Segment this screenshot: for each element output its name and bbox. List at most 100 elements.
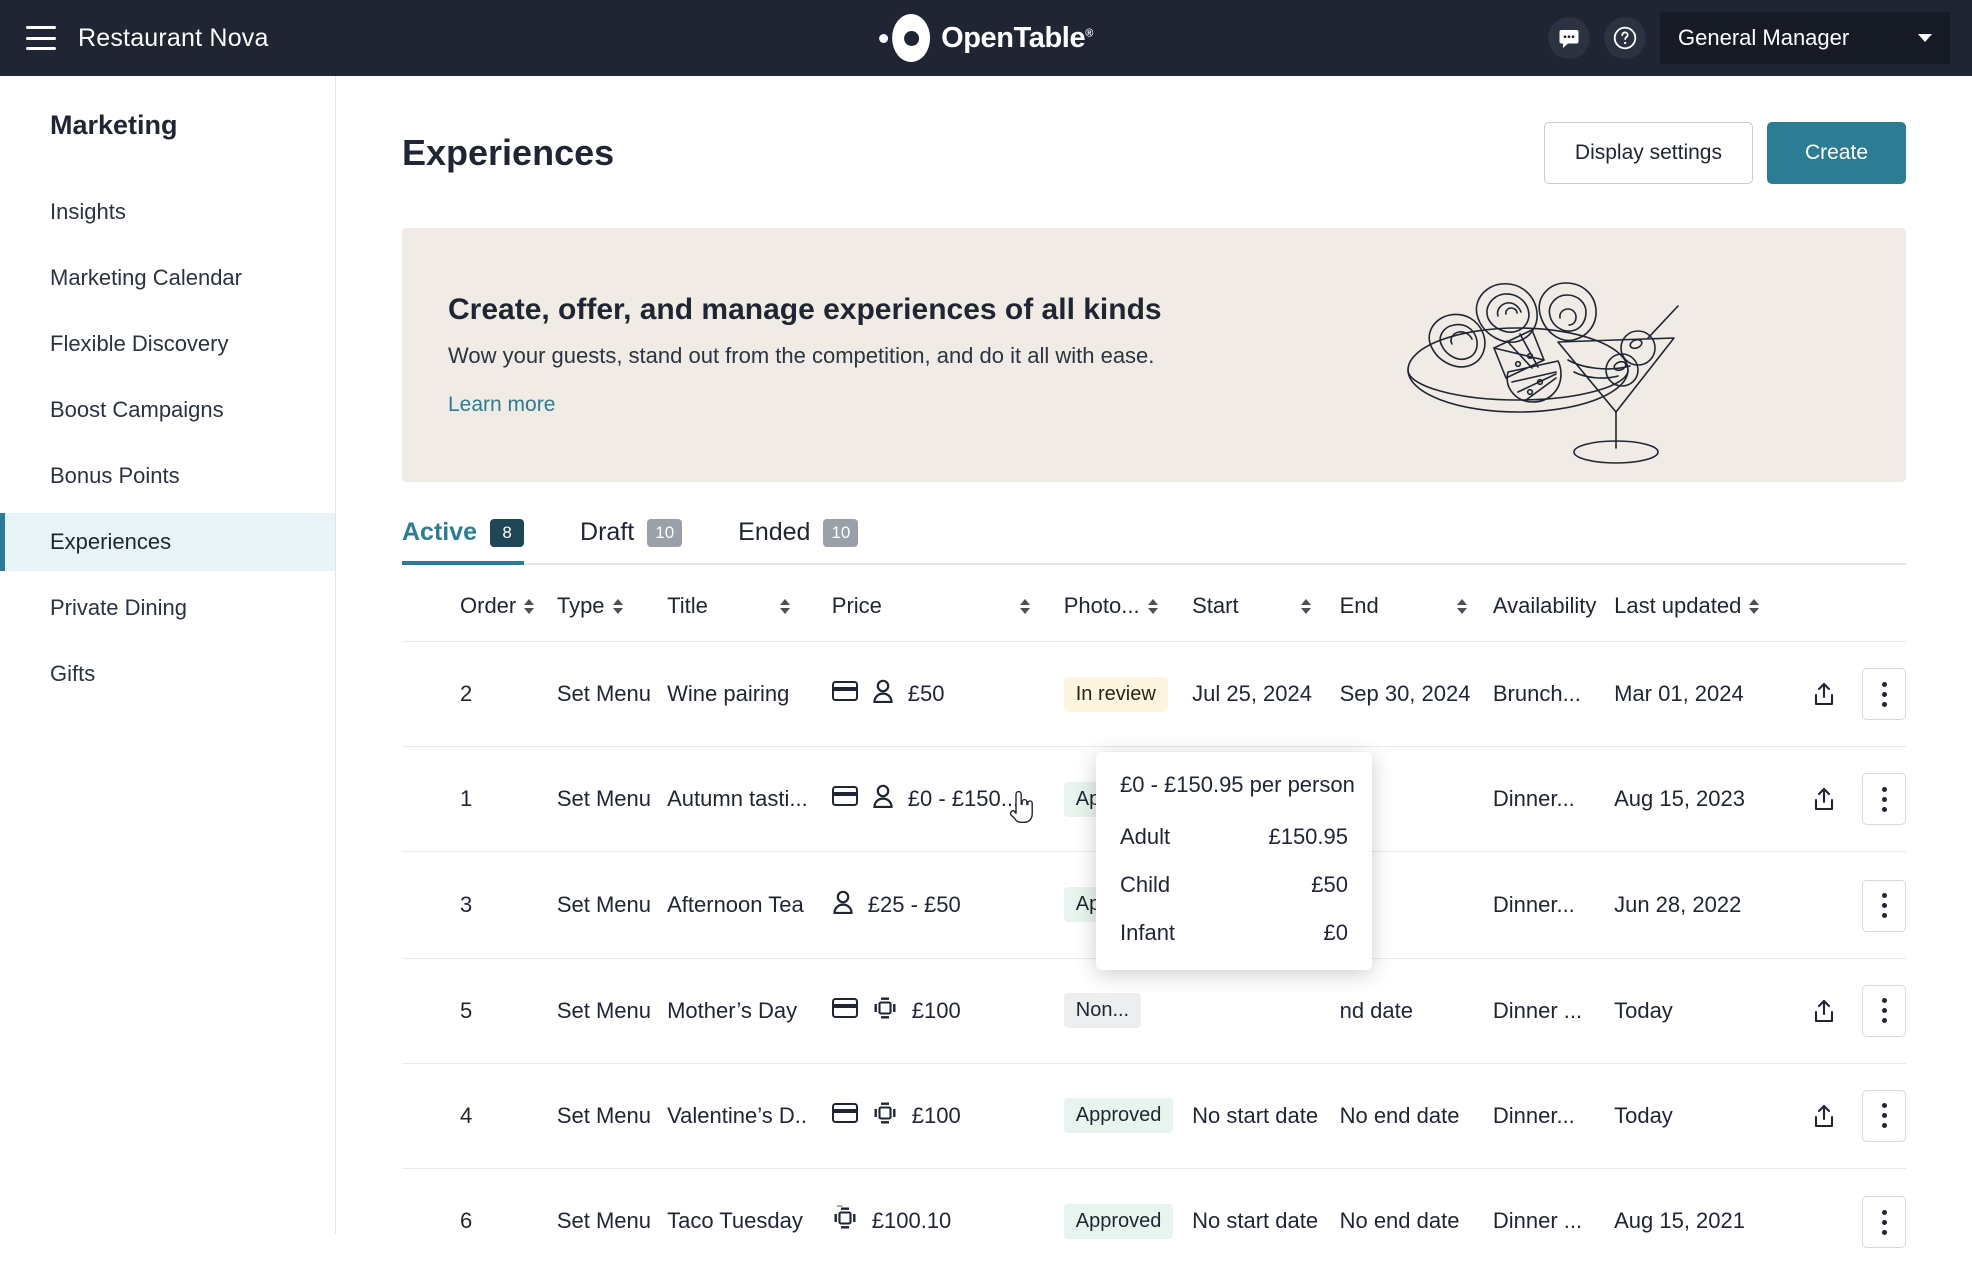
create-button[interactable]: Create bbox=[1767, 122, 1906, 184]
tab-active[interactable]: Active 8 bbox=[402, 518, 524, 563]
share-icon[interactable] bbox=[1802, 777, 1846, 821]
row-more-options-icon[interactable] bbox=[1862, 668, 1906, 720]
sort-toggle-icon[interactable] bbox=[780, 599, 790, 614]
sort-toggle-icon[interactable] bbox=[613, 599, 623, 614]
cell-title: Valentine’s D.. bbox=[667, 1063, 832, 1168]
sort-toggle-icon[interactable] bbox=[1749, 599, 1759, 614]
chat-feedback-icon[interactable] bbox=[1548, 17, 1590, 59]
column-header-order[interactable]: Order bbox=[402, 565, 557, 642]
cell-status: Approved bbox=[1064, 1063, 1192, 1168]
brand-wordmark: OpenTable® bbox=[941, 22, 1093, 55]
cell-price[interactable]: £0 - £150... bbox=[832, 747, 1064, 852]
column-header-price[interactable]: Price bbox=[832, 565, 1064, 642]
cell-last-updated: Today bbox=[1614, 958, 1784, 1063]
column-label: Type bbox=[557, 593, 605, 619]
promo-banner: Create, offer, and manage experiences of… bbox=[402, 228, 1906, 482]
column-header-end[interactable]: End bbox=[1340, 565, 1493, 642]
cell-type: Set Menu bbox=[557, 747, 667, 852]
learn-more-link[interactable]: Learn more bbox=[448, 393, 1390, 417]
topbar-right-group: General Manager bbox=[1548, 12, 1950, 64]
price-value: £25 - £50 bbox=[868, 892, 961, 918]
sidebar-navigation: Marketing Insights Marketing Calendar Fl… bbox=[0, 76, 336, 1234]
cell-availability: Dinner... bbox=[1493, 852, 1614, 959]
cell-type: Set Menu bbox=[557, 642, 667, 747]
cell-order: 2 bbox=[402, 642, 557, 747]
cell-title: Wine pairing bbox=[667, 642, 832, 747]
column-label: Availability bbox=[1493, 593, 1597, 619]
sidebar-item-insights[interactable]: Insights bbox=[0, 183, 335, 241]
hamburger-menu-icon[interactable] bbox=[26, 26, 56, 50]
registered-trademark-icon: ® bbox=[1085, 27, 1093, 39]
cell-end: Sep 30, 2024 bbox=[1340, 642, 1493, 747]
sort-toggle-icon[interactable] bbox=[1020, 599, 1030, 614]
table-row[interactable]: 4 Set Menu Valentine’s D.. £100 Approved… bbox=[402, 1063, 1906, 1168]
cell-availability: Dinner ... bbox=[1493, 958, 1614, 1063]
cell-price: £100 bbox=[832, 958, 1064, 1063]
price-range-summary: £0 - £150.95 per person bbox=[1120, 772, 1348, 798]
restaurant-name-label: Restaurant Nova bbox=[78, 24, 269, 53]
row-more-options-icon[interactable] bbox=[1862, 985, 1906, 1037]
row-more-options-icon[interactable] bbox=[1862, 880, 1906, 932]
cell-order: 3 bbox=[402, 852, 557, 959]
table-row[interactable]: 6 Set Menu Taco Tuesday £100.10 Approved… bbox=[402, 1168, 1906, 1274]
page-title: Experiences bbox=[402, 132, 614, 174]
cell-type: Set Menu bbox=[557, 1063, 667, 1168]
column-header-photo[interactable]: Photo... bbox=[1064, 565, 1192, 642]
page-header: Experiences Display settings Create bbox=[402, 76, 1906, 184]
sort-toggle-icon[interactable] bbox=[1457, 599, 1467, 614]
cell-last-updated: Today bbox=[1614, 1063, 1784, 1168]
table-row[interactable]: 5 Set Menu Mother’s Day £100 Non... nd d… bbox=[402, 958, 1906, 1063]
share-icon[interactable] bbox=[1802, 989, 1846, 1033]
sidebar-item-boost-campaigns[interactable]: Boost Campaigns bbox=[0, 381, 335, 439]
cell-price: £100 bbox=[832, 1063, 1064, 1168]
topbar-left-group: Restaurant Nova bbox=[0, 24, 269, 53]
sidebar-item-experiences[interactable]: Experiences bbox=[0, 513, 335, 571]
sidebar-item-gifts[interactable]: Gifts bbox=[0, 645, 335, 703]
column-header-start[interactable]: Start bbox=[1192, 565, 1339, 642]
column-header-actions bbox=[1784, 565, 1906, 642]
tab-count-badge: 8 bbox=[490, 519, 524, 547]
sidebar-item-flexible-discovery[interactable]: Flexible Discovery bbox=[0, 315, 335, 373]
sort-toggle-icon[interactable] bbox=[1148, 599, 1158, 614]
sort-toggle-icon[interactable] bbox=[524, 599, 534, 614]
cell-actions bbox=[1784, 1168, 1906, 1274]
role-selector-dropdown[interactable]: General Manager bbox=[1660, 12, 1950, 64]
table-row[interactable]: 2 Set Menu Wine pairing £50 In review Ju… bbox=[402, 642, 1906, 747]
table-header-row: Order Type Title Price Photo... Start En… bbox=[402, 565, 1906, 642]
display-settings-button[interactable]: Display settings bbox=[1544, 122, 1753, 184]
cell-start: Jul 25, 2024 bbox=[1192, 642, 1339, 747]
row-more-options-icon[interactable] bbox=[1862, 1090, 1906, 1142]
cell-end: nd date bbox=[1340, 958, 1493, 1063]
cell-price: £50 bbox=[832, 642, 1064, 747]
price-row-adult: Adult £150.95 bbox=[1120, 824, 1348, 850]
sidebar-item-private-dining[interactable]: Private Dining bbox=[0, 579, 335, 637]
table-seating-icon bbox=[872, 1100, 898, 1132]
tab-draft[interactable]: Draft 10 bbox=[580, 518, 682, 563]
column-header-type[interactable]: Type bbox=[557, 565, 667, 642]
credit-card-icon bbox=[832, 998, 858, 1024]
credit-card-icon bbox=[832, 786, 858, 812]
cell-availability: Dinner ... bbox=[1493, 1168, 1614, 1274]
row-more-options-icon[interactable] bbox=[1862, 1196, 1906, 1248]
tab-label: Ended bbox=[738, 518, 810, 547]
cell-availability: Dinner... bbox=[1493, 747, 1614, 852]
tab-count-badge: 10 bbox=[823, 519, 858, 547]
promo-banner-subheading: Wow your guests, stand out from the comp… bbox=[448, 343, 1390, 369]
share-icon[interactable] bbox=[1802, 672, 1846, 716]
tab-ended[interactable]: Ended 10 bbox=[738, 518, 858, 563]
column-header-last-updated[interactable]: Last updated bbox=[1614, 565, 1784, 642]
price-row-value: £50 bbox=[1311, 872, 1348, 898]
cell-order: 5 bbox=[402, 958, 557, 1063]
sidebar-item-marketing-calendar[interactable]: Marketing Calendar bbox=[0, 249, 335, 307]
cell-last-updated: Mar 01, 2024 bbox=[1614, 642, 1784, 747]
sort-toggle-icon[interactable] bbox=[1301, 599, 1311, 614]
help-circle-icon[interactable] bbox=[1604, 17, 1646, 59]
logo-dot-icon bbox=[879, 34, 888, 43]
cell-price: £25 - £50 bbox=[832, 852, 1064, 959]
sidebar-item-bonus-points[interactable]: Bonus Points bbox=[0, 447, 335, 505]
row-more-options-icon[interactable] bbox=[1862, 773, 1906, 825]
cell-type: Set Menu bbox=[557, 1168, 667, 1274]
share-icon[interactable] bbox=[1802, 1094, 1846, 1138]
column-header-title[interactable]: Title bbox=[667, 565, 832, 642]
price-value: £0 - £150... bbox=[908, 786, 1019, 812]
